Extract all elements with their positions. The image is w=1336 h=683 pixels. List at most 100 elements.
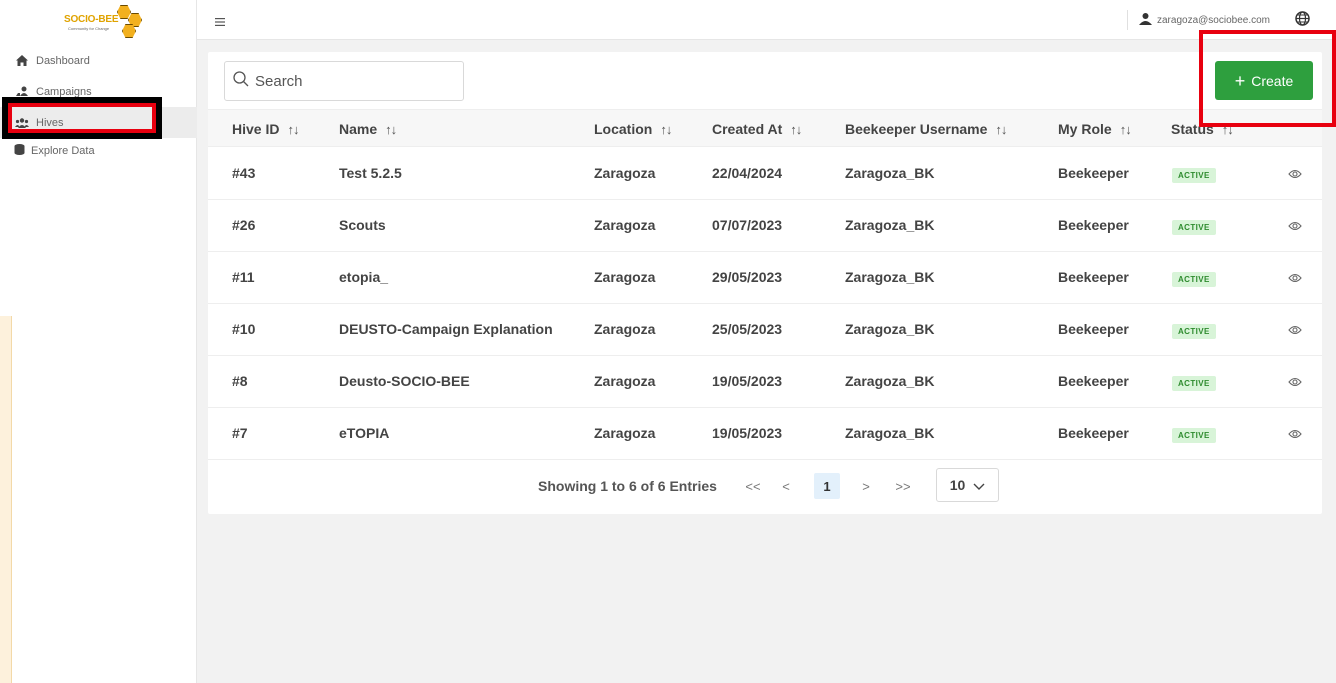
cell-beekeeper: Zaragoza_BK xyxy=(845,217,935,233)
table-row[interactable]: #43 Test 5.2.5 Zaragoza 22/04/2024 Zaragoza_… xyxy=(208,148,1322,200)
cell-id: #43 xyxy=(232,165,256,181)
cell-role: Beekeeper xyxy=(1058,321,1129,337)
next-page-button[interactable]: > xyxy=(853,473,879,499)
view-eye-icon[interactable] xyxy=(1288,322,1302,340)
cell-role: Beekeeper xyxy=(1058,425,1129,441)
database-icon xyxy=(14,144,25,158)
cell-name: etopia_ xyxy=(339,269,389,285)
page-1-button[interactable]: 1 xyxy=(814,473,840,499)
column-header-name[interactable]: Name ↑↓ xyxy=(339,121,397,137)
page-size-value: 10 xyxy=(949,477,966,493)
cell-id: #26 xyxy=(232,217,256,233)
cell-location: Zaragoza xyxy=(594,373,656,389)
cell-beekeeper: Zaragoza_BK xyxy=(845,165,935,181)
sort-icon: ↑↓ xyxy=(790,121,802,137)
search-input[interactable] xyxy=(255,72,455,90)
sort-icon: ↑↓ xyxy=(660,121,672,137)
status-badge: ACTIVE xyxy=(1172,376,1216,391)
hives-highlight-box xyxy=(2,97,162,139)
hamburger-menu-icon[interactable] xyxy=(215,13,225,29)
table-row[interactable]: #11 etopia_ Zaragoza 29/05/2023 Zaragoza_BK B… xyxy=(208,252,1322,304)
sort-icon: ↑↓ xyxy=(287,121,299,137)
cell-beekeeper: Zaragoza_BK xyxy=(845,269,935,285)
create-button-label: Create xyxy=(1251,72,1294,89)
column-header-created-at[interactable]: Created At ↑↓ xyxy=(712,121,802,137)
top-bar: zaragoza@sociobee.com xyxy=(197,0,1336,40)
column-header-hive-id[interactable]: Hive ID ↑↓ xyxy=(232,121,299,137)
cell-location: Zaragoza xyxy=(594,425,656,441)
table-row[interactable]: #26 Scouts Zaragoza 07/07/2023 Zaragoza_BK Be… xyxy=(208,200,1322,252)
hives-card: + Create Hive ID ↑↓ Name ↑↓ Location ↑↓ Cre… xyxy=(208,52,1322,514)
cell-name: DEUSTO-Campaign Explanation xyxy=(339,321,553,337)
column-label: Beekeeper Username xyxy=(845,121,988,137)
sidebar-item-dashboard[interactable]: Dashboard xyxy=(0,45,197,76)
page-size-select[interactable]: 10 xyxy=(936,468,999,502)
logo-wordmark: SOCIO-BEE xyxy=(64,14,119,25)
sidebar-item-explore-data[interactable]: Explore Data xyxy=(14,144,95,158)
sidebar-item-label: Campaigns xyxy=(36,85,92,98)
cell-location: Zaragoza xyxy=(594,269,656,285)
status-badge: ACTIVE xyxy=(1172,428,1216,443)
cell-id: #8 xyxy=(232,373,248,389)
column-header-beekeeper-username[interactable]: Beekeeper Username ↑↓ xyxy=(845,121,1007,137)
column-label: Hive ID xyxy=(232,121,280,137)
cell-location: Zaragoza xyxy=(594,321,656,337)
column-header-my-role[interactable]: My Role ↑↓ xyxy=(1058,121,1132,137)
socio-bee-logo[interactable]: SOCIO-BEE Community for Change xyxy=(62,4,142,40)
home-icon xyxy=(14,55,30,66)
cell-role: Beekeeper xyxy=(1058,165,1129,181)
logo-tagline: Community for Change xyxy=(68,26,110,31)
cell-role: Beekeeper xyxy=(1058,269,1129,285)
column-label: My Role xyxy=(1058,121,1112,137)
cell-role: Beekeeper xyxy=(1058,217,1129,233)
column-label: Location xyxy=(594,121,653,137)
last-page-button[interactable]: >> xyxy=(890,473,916,499)
cell-created: 07/07/2023 xyxy=(712,217,783,233)
cell-beekeeper: Zaragoza_BK xyxy=(845,425,935,441)
column-header-status[interactable]: Status ↑↓ xyxy=(1171,121,1234,137)
first-page-button[interactable]: << xyxy=(740,473,766,499)
sidebar-item-label: Explore Data xyxy=(31,145,95,157)
sort-icon: ↑↓ xyxy=(995,121,1007,137)
column-label: Name xyxy=(339,121,378,137)
cell-created: 19/05/2023 xyxy=(712,425,783,441)
user-menu[interactable]: zaragoza@sociobee.com xyxy=(1139,13,1270,28)
sort-icon: ↑↓ xyxy=(385,121,397,137)
cell-id: #7 xyxy=(232,425,248,441)
cell-name: eTOPIA xyxy=(339,425,390,441)
user-icon xyxy=(1139,13,1152,28)
table-row[interactable]: #7 eTOPIA Zaragoza 19/05/2023 Zaragoza_BK Bee… xyxy=(208,408,1322,460)
view-eye-icon[interactable] xyxy=(1288,166,1302,184)
user-email: zaragoza@sociobee.com xyxy=(1157,15,1270,26)
entries-summary: Showing 1 to 6 of 6 Entries xyxy=(538,478,717,494)
sort-icon: ↑↓ xyxy=(1119,121,1132,137)
cell-location: Zaragoza xyxy=(594,165,656,181)
create-button[interactable]: + Create xyxy=(1215,61,1313,100)
cell-id: #10 xyxy=(232,321,256,337)
globe-icon[interactable] xyxy=(1295,11,1310,31)
cell-created: 19/05/2023 xyxy=(712,373,783,389)
view-eye-icon[interactable] xyxy=(1288,426,1302,444)
chevron-down-icon xyxy=(973,477,985,493)
cell-created: 22/04/2024 xyxy=(712,165,783,181)
cell-name: Deusto-SOCIO-BEE xyxy=(339,373,470,389)
status-badge: ACTIVE xyxy=(1172,272,1216,287)
column-header-location[interactable]: Location ↑↓ xyxy=(594,121,672,137)
logo-hex-icon xyxy=(117,5,131,19)
sort-icon: ↑↓ xyxy=(1221,121,1234,137)
topbar-divider xyxy=(1127,10,1128,30)
column-label: Status xyxy=(1171,121,1214,137)
prev-page-button[interactable]: < xyxy=(773,473,799,499)
search-box[interactable] xyxy=(224,61,464,101)
view-eye-icon[interactable] xyxy=(1288,218,1302,236)
cell-name: Scouts xyxy=(339,217,386,233)
side-strip xyxy=(0,316,12,683)
cell-id: #11 xyxy=(232,269,255,285)
view-eye-icon[interactable] xyxy=(1288,270,1302,288)
table-row[interactable]: #8 Deusto-SOCIO-BEE Zaragoza 19/05/2023 Zara… xyxy=(208,356,1322,408)
table-row[interactable]: #10 DEUSTO-Campaign Explanation Zaragoza 25… xyxy=(208,304,1322,356)
campaigns-icon xyxy=(14,86,30,97)
cell-name: Test 5.2.5 xyxy=(339,165,402,181)
view-eye-icon[interactable] xyxy=(1288,374,1302,392)
cell-created: 29/05/2023 xyxy=(712,269,783,285)
